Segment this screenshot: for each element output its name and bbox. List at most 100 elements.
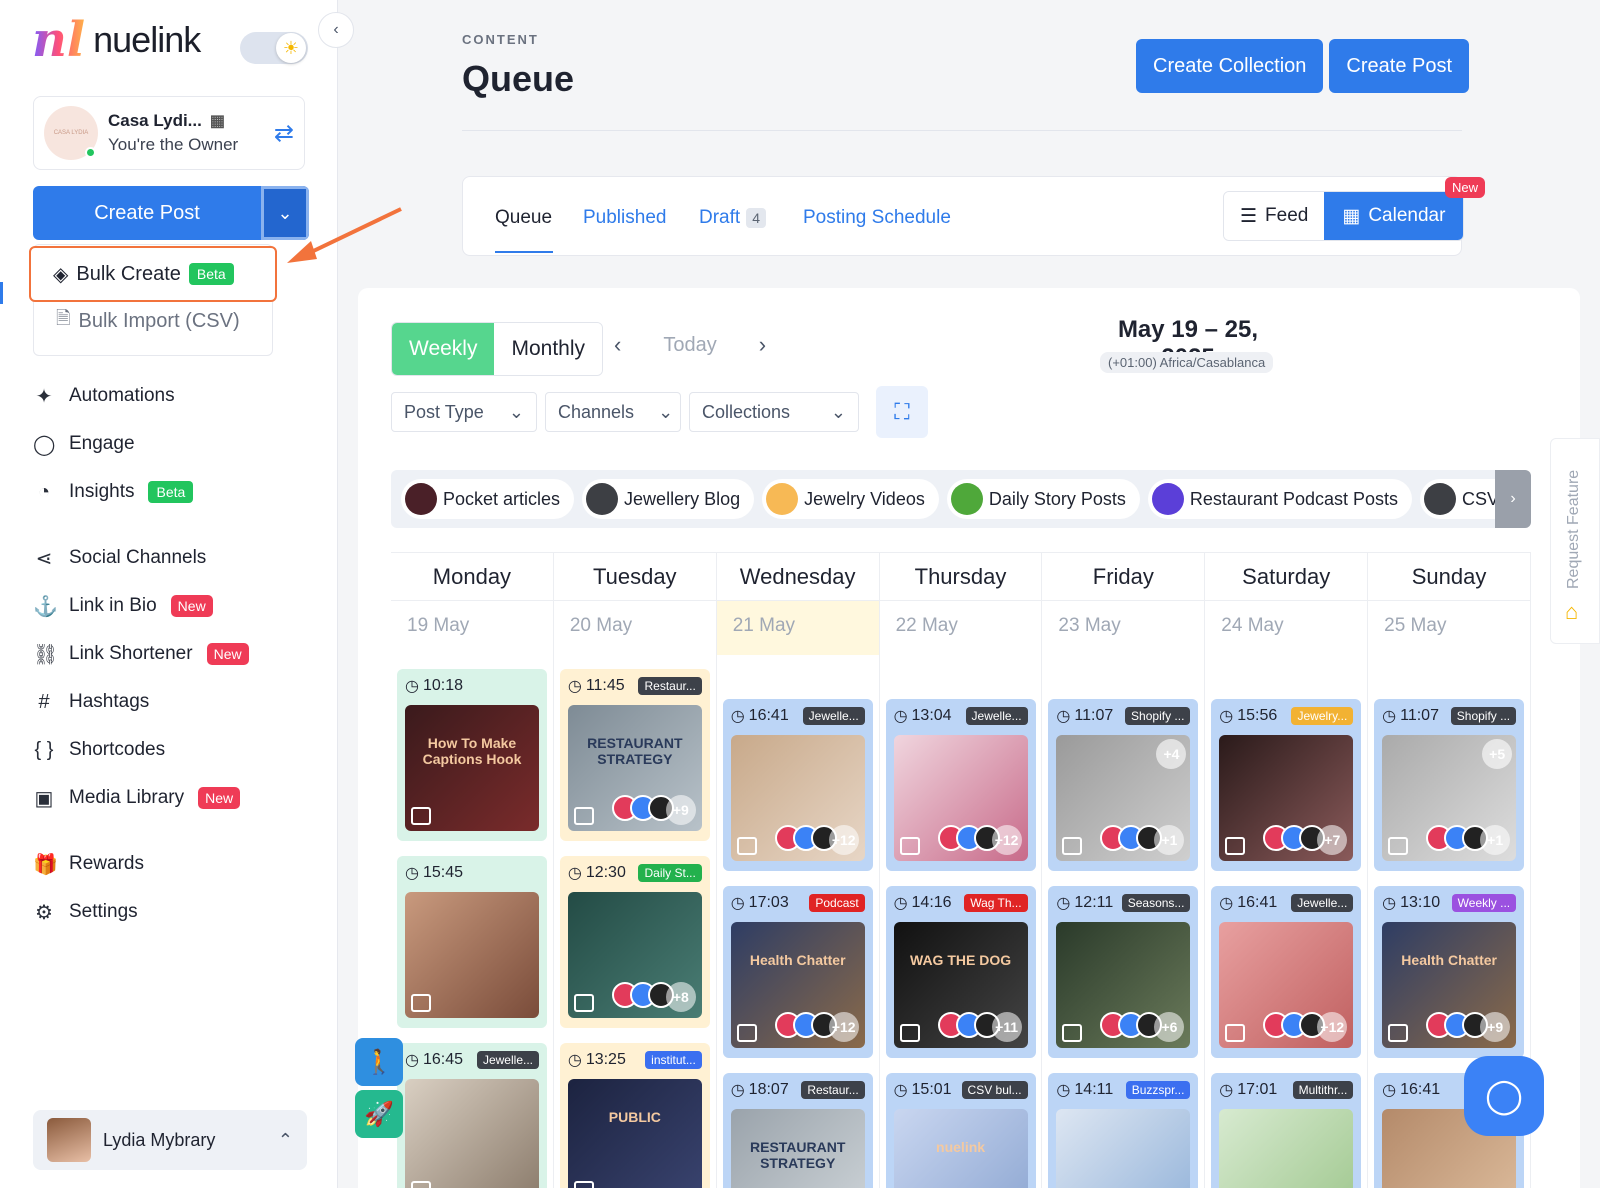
collections-strip: Pocket articles Jewellery Blog Jewelry Vid… <box>391 470 1531 528</box>
post-time: ◷ 14:16 <box>894 893 952 913</box>
collapse-sidebar-button[interactable]: ‹ <box>318 12 354 48</box>
tab-queue[interactable]: Queue <box>495 207 552 229</box>
bulk-import-menu-item[interactable]: 🗎 Bulk Import (CSV) <box>56 306 240 336</box>
collection-chip[interactable]: Daily Story Posts <box>946 479 1140 519</box>
fullscreen-icon[interactable]: ⛶ <box>876 386 928 438</box>
chevron-down-icon: ⌄ <box>508 401 524 422</box>
post-card[interactable]: ◷ 13:10 Weekly ... Health Chatter +9 <box>1374 886 1525 1058</box>
chevron-left-icon[interactable]: ‹ <box>614 332 621 358</box>
request-feature-tab[interactable]: Request Feature ⌂ <box>1550 438 1600 644</box>
clock-icon: ◷ <box>567 678 582 695</box>
collection-tag: Shopify ... <box>1125 707 1191 725</box>
braces-icon: { } <box>34 738 54 761</box>
post-card[interactable]: ◷ 17:03 Podcast Health Chatter +12 <box>722 886 873 1058</box>
user-menu[interactable]: Lydia Mybrary ⌃ <box>33 1110 307 1170</box>
collection-chip[interactable]: Jewellery Blog <box>582 479 755 519</box>
day-column-wednesday: Wednesday 21 May ◷ 16:41 Jewelle... +12 ◷ 17:03… <box>716 553 880 1188</box>
chat-support-button[interactable]: ◯ <box>1464 1056 1544 1136</box>
post-card[interactable]: ◷ 12:11 Seasons... +6 <box>1048 886 1199 1058</box>
more-channels-count: +12 <box>1317 1012 1348 1042</box>
calendar-panel: Weekly Monthly ‹ Today › May 19 – 25, 20… <box>358 288 1580 1188</box>
post-card[interactable]: ◷ 16:41 Jewelle... +12 <box>1211 886 1362 1058</box>
sidebar-item-hashtags[interactable]: # Hashtags <box>33 678 323 726</box>
post-thumbnail: How To Make Captions Hook <box>405 705 539 831</box>
today-button[interactable]: Today <box>663 334 716 357</box>
post-type-filter[interactable]: Post Type ⌄ <box>391 392 537 432</box>
image-icon <box>1225 1024 1246 1042</box>
tab-draft[interactable]: Draft 4 <box>699 207 766 229</box>
post-time: ◷ 11:07 <box>1056 706 1113 726</box>
sidebar-item-social-channels[interactable]: ⋖ Social Channels <box>33 534 323 582</box>
sidebar-item-engage[interactable]: ◯ Engage <box>33 420 323 468</box>
account-switcher[interactable]: CASA LYDIA Casa Lydi... ▦ You're the Own… <box>33 96 305 170</box>
post-card[interactable]: ◷ 14:16 Wag Th... WAG THE DOG +11 <box>885 886 1036 1058</box>
channels-filter[interactable]: Channels ⌄ <box>545 392 681 432</box>
post-header: ◷ 11:07 Shopify ... <box>1056 705 1191 727</box>
collection-chip[interactable]: Pocket articles <box>401 479 575 519</box>
collection-chip[interactable]: Jewelry Videos <box>762 479 939 519</box>
post-card[interactable]: ◷ 15:56 Jewelry... +7 <box>1211 699 1362 871</box>
tab-published[interactable]: Published <box>583 207 666 229</box>
post-thumbnail: RESTAURANT STRATEGY <box>730 1109 865 1188</box>
create-post-button[interactable]: Create Post <box>33 186 261 240</box>
bulk-create-menu-item[interactable]: ◈ Bulk Create Beta <box>29 246 277 302</box>
post-card[interactable]: ◷ 11:07 Shopify ... +1 +4 <box>1048 699 1199 871</box>
sidebar-item-automations[interactable]: ✦ Automations <box>33 372 323 420</box>
post-card[interactable]: ◷ 15:01 CSV bul... nuelink <box>885 1073 1036 1188</box>
post-time: ◷ 11:45 <box>568 676 625 696</box>
feed-view-button[interactable]: ☰ Feed <box>1224 192 1325 240</box>
post-card[interactable]: ◷ 18:07 Restaur... RESTAURANT STRATEGY <box>722 1073 873 1188</box>
sidebar-item-insights[interactable]: ◔ Insights Beta <box>33 468 323 516</box>
post-card[interactable]: ◷ 11:45 Restaur... RESTAURANT STRATEGY +9 <box>559 669 710 841</box>
switch-account-icon[interactable]: ⇄ <box>274 119 294 148</box>
post-card[interactable]: ◷ 12:30 Daily St... +8 <box>559 856 710 1028</box>
post-card[interactable]: ◷ 14:11 Buzzspr... <box>1048 1073 1199 1188</box>
weekly-button[interactable]: Weekly <box>392 323 495 375</box>
sidebar-item-link-in-bio[interactable]: ⚓ Link in Bio New <box>33 582 323 630</box>
sidebar-item-link-shortener[interactable]: ⛓ Link Shortener New <box>33 630 323 678</box>
accessibility-icon[interactable]: 🚶 <box>355 1038 403 1086</box>
calendar-view-button[interactable]: ▦ Calendar <box>1324 192 1464 240</box>
post-time-label: 16:41 <box>1400 1081 1441 1098</box>
create-collection-button[interactable]: Create Collection <box>1136 39 1324 93</box>
post-card[interactable]: ◷ 15:45 <box>397 856 547 1028</box>
account-name: Casa Lydi... <box>108 111 202 130</box>
sidebar-item-media-library[interactable]: ▣ Media Library New <box>33 774 323 822</box>
post-card[interactable]: ◷ 11:07 Shopify ... +1 +5 <box>1374 699 1525 871</box>
post-header: ◷ 16:45 Jewelle... <box>405 1049 539 1071</box>
rocket-icon[interactable]: 🚀 <box>355 1090 403 1138</box>
post-thumbnail <box>1056 1109 1191 1188</box>
chevron-up-icon: ⌃ <box>277 1129 293 1150</box>
sun-icon: ☀ <box>276 33 306 63</box>
chevron-right-icon[interactable]: › <box>759 332 766 358</box>
collection-color-dot <box>766 483 799 515</box>
theme-toggle[interactable]: ☀ <box>240 32 308 64</box>
sidebar-item-settings[interactable]: ⚙ Settings <box>33 888 323 936</box>
sidebar-item-rewards[interactable]: 🎁 Rewards <box>33 840 323 888</box>
post-card[interactable]: ◷ 17:01 Multithr... <box>1211 1073 1362 1188</box>
collection-chip[interactable]: Restaurant Podcast Posts <box>1147 479 1412 519</box>
clock-icon: ◷ <box>1056 895 1071 912</box>
chevron-down-icon: ⌄ <box>658 401 674 422</box>
post-card[interactable]: ◷ 10:18 How To Make Captions Hook <box>397 669 547 841</box>
post-time-label: 11:07 <box>1400 707 1439 724</box>
post-thumbnail: WAG THE DOG +11 <box>893 922 1028 1048</box>
collections-filter[interactable]: Collections ⌄ <box>689 392 859 432</box>
monthly-button[interactable]: Monthly <box>494 323 602 375</box>
nuelink-logo[interactable]: nl nuelink <box>32 16 201 64</box>
post-card[interactable]: ◷ 16:45 Jewelle... <box>397 1043 547 1188</box>
tab-posting-schedule[interactable]: Posting Schedule <box>803 207 951 229</box>
sidebar-item-label: Hashtags <box>69 691 150 712</box>
post-card[interactable]: ◷ 13:04 Jewelle... +12 <box>885 699 1036 871</box>
scroll-right-icon[interactable]: › <box>1495 470 1531 528</box>
post-card[interactable]: ◷ 16:41 Jewelle... +12 <box>722 699 873 871</box>
beta-badge: Beta <box>148 481 194 503</box>
post-header: ◷ 11:45 Restaur... <box>568 675 702 697</box>
collection-label: Jewelry Videos <box>804 488 925 509</box>
clock-icon: ◷ <box>730 708 745 725</box>
post-card[interactable]: ◷ 13:25 institut... PUBLIC <box>559 1043 710 1188</box>
create-post-header-button[interactable]: Create Post <box>1329 39 1470 93</box>
post-header: ◷ 16:41 Jewelle... <box>731 705 865 727</box>
sidebar-item-shortcodes[interactable]: { } Shortcodes <box>33 726 323 774</box>
post-header: ◷ 12:11 Seasons... <box>1056 892 1191 914</box>
